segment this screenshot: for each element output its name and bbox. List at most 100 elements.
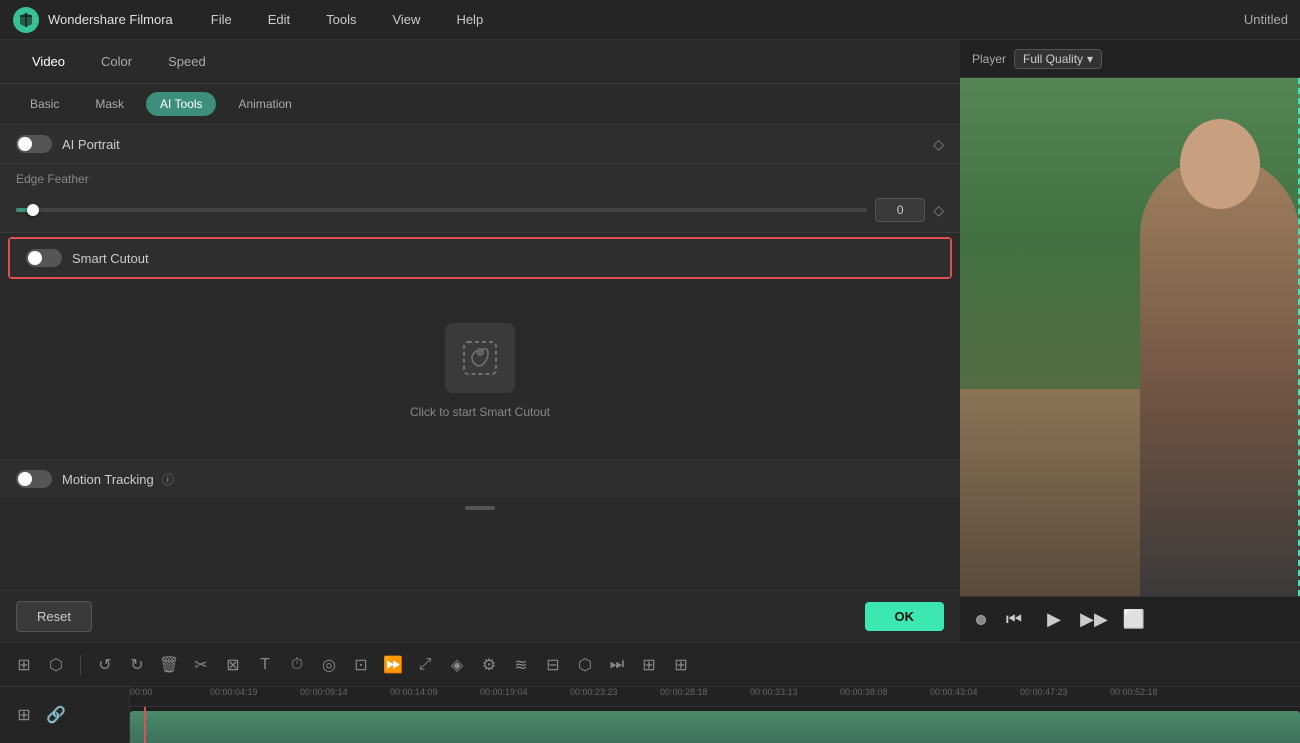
- player-bar: Player Full Quality ▾: [960, 40, 1300, 78]
- ts-9: 00:00:43:04: [930, 687, 978, 697]
- subtab-animation[interactable]: Animation: [224, 92, 305, 116]
- ts-2: 00:00:09:14: [300, 687, 348, 697]
- timeline-ruler: 00:00 00:00:04:19 00:00:09:14 00:00:14:0…: [130, 687, 1300, 707]
- tab-color[interactable]: Color: [85, 46, 148, 77]
- playhead[interactable]: [144, 707, 146, 743]
- selection-border: [1100, 78, 1300, 596]
- tl-more-icon[interactable]: ⊞: [669, 653, 693, 677]
- tl-speed-icon[interactable]: ⏩: [381, 653, 405, 677]
- ts-11: 00:00:52:18: [1110, 687, 1158, 697]
- main-layout: Video Color Speed Basic Mask AI Tools An…: [0, 40, 1300, 642]
- quality-dropdown-icon: ▾: [1087, 52, 1093, 66]
- smart-cutout-toggle[interactable]: [26, 249, 62, 267]
- menu-edit[interactable]: Edit: [260, 8, 298, 31]
- ai-portrait-diamond-icon: ◇: [933, 136, 944, 153]
- tl-divider-1: [80, 655, 81, 675]
- slider-thumb[interactable]: [27, 204, 39, 216]
- ts-5: 00:00:23:23: [570, 687, 618, 697]
- smart-cutout-track: [26, 249, 62, 267]
- tl-speed2-icon[interactable]: ⏭: [605, 653, 629, 677]
- tl-circle-icon[interactable]: ◎: [317, 653, 341, 677]
- ai-portrait-label: AI Portrait: [62, 137, 120, 152]
- tl-text-icon[interactable]: T: [253, 653, 277, 677]
- scroll-indicator: [0, 498, 960, 518]
- menu-help[interactable]: Help: [448, 8, 491, 31]
- ts-6: 00:00:28:18: [660, 687, 708, 697]
- timeline: ⊞ ⬡ ↺ ↻ 🗑 ✂ ⊠ T ⏱ ◎ ⊡ ⏩ ⤢ ◈ ⚙ ≋ ⊟ ⬡ ⏭ ⊞ …: [0, 642, 1300, 742]
- edge-feather-value[interactable]: 0: [875, 198, 925, 222]
- main-tab-bar: Video Color Speed: [0, 40, 960, 84]
- tl-expand-icon[interactable]: ⤢: [413, 653, 437, 677]
- timeline-toolbar: ⊞ ⬡ ↺ ↻ 🗑 ✂ ⊠ T ⏱ ◎ ⊡ ⏩ ⤢ ◈ ⚙ ≋ ⊟ ⬡ ⏭ ⊞ …: [0, 643, 1300, 687]
- tl-cut-icon[interactable]: ✂: [189, 653, 213, 677]
- edge-feather-slider-row: 0 ◇: [0, 194, 960, 233]
- smart-cutout-row: Smart Cutout: [10, 239, 950, 277]
- app-logo: Wondershare Filmora: [12, 6, 173, 34]
- step-back-button[interactable]: ⏮: [1002, 608, 1026, 632]
- tl-filter-icon[interactable]: ⚙: [477, 653, 501, 677]
- ai-portrait-thumb: [18, 137, 32, 151]
- subtab-mask[interactable]: Mask: [81, 92, 138, 116]
- app-name: Wondershare Filmora: [48, 12, 173, 27]
- tl-select-icon[interactable]: ⬡: [44, 653, 68, 677]
- edge-feather-label: Edge Feather: [16, 172, 944, 186]
- ai-portrait-track: [16, 135, 52, 153]
- fast-forward-button[interactable]: ▶▶: [1082, 608, 1106, 632]
- player-controls: ⏮ ▶ ▶▶ ⬜: [960, 596, 1300, 642]
- tl-transition-icon[interactable]: ⬡: [573, 653, 597, 677]
- tl-group-icon[interactable]: ⊞: [12, 653, 36, 677]
- smart-cutout-thumb: [28, 251, 42, 265]
- ok-button[interactable]: OK: [865, 602, 945, 631]
- ts-0: 00:00: [130, 687, 153, 697]
- window-title: Untitled: [1244, 12, 1288, 27]
- add-track-icon[interactable]: ⊞: [12, 703, 36, 727]
- tl-merge-icon[interactable]: ⊡: [349, 653, 373, 677]
- panel-content: AI Portrait ◇ Edge Feather 0 ◇: [0, 125, 960, 590]
- tl-fill-icon[interactable]: ◈: [445, 653, 469, 677]
- ai-portrait-row: AI Portrait ◇: [0, 125, 960, 164]
- menu-tools[interactable]: Tools: [318, 8, 364, 31]
- tl-timer-icon[interactable]: ⏱: [285, 653, 309, 677]
- ts-7: 00:00:33:13: [750, 687, 798, 697]
- timeline-track: ⊞ 🔗 00:00 00:00:04:19 00:00:09:14 00:00:…: [0, 687, 1300, 743]
- edge-feather-slider[interactable]: [16, 208, 867, 212]
- menu-view[interactable]: View: [384, 8, 428, 31]
- tl-undo-icon[interactable]: ↺: [93, 653, 117, 677]
- menu-bar: Wondershare Filmora File Edit Tools View…: [0, 0, 1300, 40]
- smart-cutout-icon: [445, 323, 515, 393]
- tl-crop-icon[interactable]: ⊠: [221, 653, 245, 677]
- ts-1: 00:00:04:19: [210, 687, 258, 697]
- smart-cutout-hint[interactable]: Click to start Smart Cutout: [410, 405, 550, 419]
- clip-block[interactable]: [130, 711, 1300, 743]
- reset-button[interactable]: Reset: [16, 601, 92, 632]
- ts-8: 00:00:38:08: [840, 687, 888, 697]
- link-icon[interactable]: 🔗: [44, 703, 68, 727]
- tl-split-icon[interactable]: ⊟: [541, 653, 565, 677]
- subtab-basic[interactable]: Basic: [16, 92, 73, 116]
- stop-button[interactable]: ⬜: [1122, 608, 1146, 632]
- sub-tab-bar: Basic Mask AI Tools Animation: [0, 84, 960, 125]
- quality-select[interactable]: Full Quality ▾: [1014, 49, 1102, 69]
- quality-label: Full Quality: [1023, 52, 1083, 66]
- smart-cutout-label: Smart Cutout: [72, 251, 149, 266]
- tl-redo-icon[interactable]: ↻: [125, 653, 149, 677]
- menu-file[interactable]: File: [203, 8, 240, 31]
- smart-cutout-area[interactable]: Click to start Smart Cutout: [0, 283, 960, 459]
- ai-portrait-toggle[interactable]: [16, 135, 52, 153]
- motion-tracking-track: [16, 470, 52, 488]
- left-panel: Video Color Speed Basic Mask AI Tools An…: [0, 40, 960, 642]
- tab-speed[interactable]: Speed: [152, 46, 222, 77]
- tl-audio-icon[interactable]: ≋: [509, 653, 533, 677]
- motion-tracking-toggle[interactable]: [16, 470, 52, 488]
- play-button[interactable]: ▶: [1042, 608, 1066, 632]
- tl-settings-icon[interactable]: ⊞: [637, 653, 661, 677]
- progress-circle[interactable]: [976, 615, 986, 625]
- motion-tracking-label: Motion Tracking: [62, 472, 154, 487]
- player-video: [960, 78, 1300, 596]
- scroll-dot: [465, 506, 495, 510]
- track-area: 00:00 00:00:04:19 00:00:09:14 00:00:14:0…: [130, 687, 1300, 743]
- tab-video[interactable]: Video: [16, 46, 81, 77]
- tl-delete-icon[interactable]: 🗑: [157, 653, 181, 677]
- motion-tracking-help-icon[interactable]: ⓘ: [162, 471, 174, 488]
- subtab-ai-tools[interactable]: AI Tools: [146, 92, 216, 116]
